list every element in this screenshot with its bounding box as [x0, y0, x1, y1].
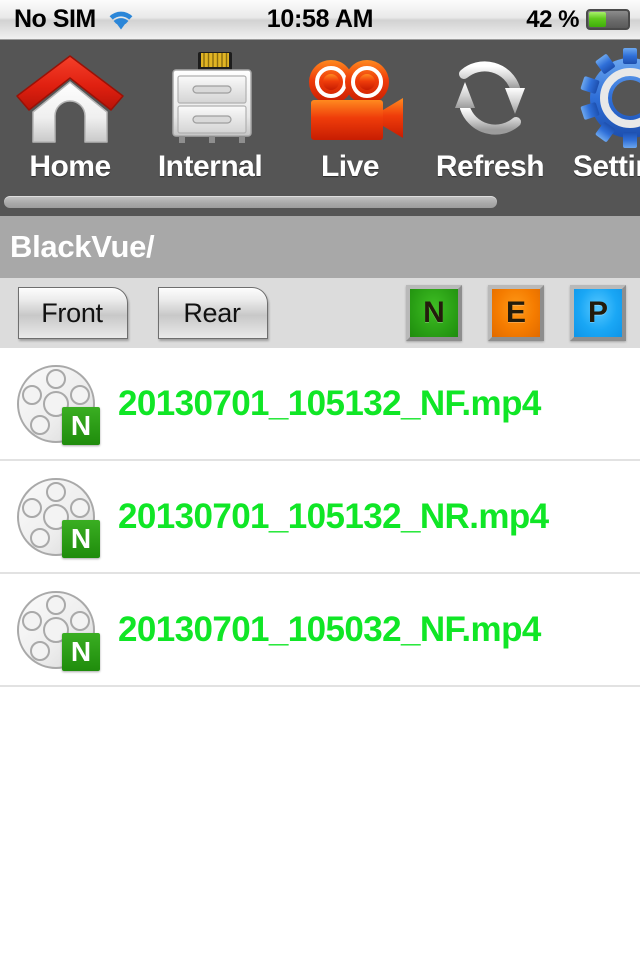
tab-front-label: Front	[41, 297, 103, 328]
tab-front[interactable]: Front	[18, 287, 128, 339]
filter-label-event: E	[505, 296, 526, 329]
file-cabinet-sdcard-icon	[150, 44, 270, 152]
file-name-label: 20130701_105132_NR.mp4	[118, 496, 549, 536]
filter-button-normal[interactable]: N	[406, 285, 462, 341]
file-type-badge-label: N	[70, 635, 92, 667]
toolbar-scrollbar[interactable]	[0, 196, 640, 210]
toolbar-label-refresh: Refresh	[435, 150, 545, 183]
toolbar-item-live[interactable]: Live	[280, 44, 420, 182]
toolbar-label-live: Live	[320, 150, 380, 183]
status-bar: No SIM 10:58 AM 42 %	[0, 0, 640, 40]
status-bar-left: No SIM	[0, 7, 136, 32]
house-icon	[10, 44, 130, 152]
file-row[interactable]: N 20130701_105132_NR.mp4	[0, 461, 640, 574]
filter-button-event[interactable]: E	[488, 285, 544, 341]
file-type-badge: N	[62, 632, 100, 671]
circular-arrows-icon	[430, 44, 550, 152]
file-type-badge-label: N	[70, 409, 92, 441]
file-row[interactable]: N 20130701_105032_NF.mp4	[0, 574, 640, 687]
battery-percent-label: 42 %	[526, 5, 579, 33]
toolbar-label-home: Home	[29, 150, 111, 183]
type-filter-group: N E P	[406, 285, 626, 341]
status-bar-right: 42 %	[526, 6, 630, 34]
toolbar-item-refresh[interactable]: Refresh	[420, 44, 560, 182]
camera-tabs: Front Rear	[0, 287, 268, 339]
breadcrumb[interactable]: BlackVue/	[0, 216, 640, 278]
film-reel-icon: N	[14, 361, 100, 447]
gear-icon	[570, 44, 640, 152]
file-type-badge-label: N	[70, 522, 92, 554]
wifi-icon	[109, 11, 133, 29]
movie-camera-icon	[290, 44, 410, 152]
toolbar-label-internal: Internal	[157, 150, 263, 183]
carrier-label: No SIM	[14, 5, 96, 33]
toolbar-scrollbar-thumb[interactable]	[4, 196, 497, 208]
toolbar: Home Internal Live Refresh Setti	[0, 40, 640, 216]
toolbar-label-settings: Settings	[572, 150, 640, 183]
battery-icon	[586, 9, 630, 30]
battery-fill	[589, 12, 606, 27]
filter-bar: Front Rear N E P	[0, 278, 640, 348]
film-reel-icon: N	[14, 587, 100, 673]
tab-rear[interactable]: Rear	[158, 287, 268, 339]
toolbar-item-home[interactable]: Home	[0, 44, 140, 182]
filter-label-parking: P	[587, 296, 608, 329]
file-list[interactable]: N 20130701_105132_NF.mp4 N 20130701_1051…	[0, 348, 640, 696]
app-root: No SIM 10:58 AM 42 % Home Internal Live …	[0, 0, 640, 960]
toolbar-item-settings[interactable]: Settings	[560, 44, 640, 182]
breadcrumb-path: BlackVue/	[10, 229, 155, 264]
filter-button-parking[interactable]: P	[570, 285, 626, 341]
toolbar-items: Home Internal Live Refresh Setti	[0, 40, 640, 204]
file-name-label: 20130701_105132_NF.mp4	[118, 383, 541, 423]
toolbar-item-internal[interactable]: Internal	[140, 44, 280, 182]
tab-rear-label: Rear	[183, 297, 241, 328]
file-row[interactable]: N 20130701_105132_NF.mp4	[0, 348, 640, 461]
file-type-badge: N	[62, 406, 100, 445]
file-name-label: 20130701_105032_NF.mp4	[118, 609, 541, 649]
filter-label-normal: N	[423, 296, 445, 329]
file-type-badge: N	[62, 519, 100, 558]
film-reel-icon: N	[14, 474, 100, 560]
file-row[interactable]: N 20130701_105032_NR.mp4	[0, 687, 640, 696]
battery-cap	[629, 17, 630, 26]
